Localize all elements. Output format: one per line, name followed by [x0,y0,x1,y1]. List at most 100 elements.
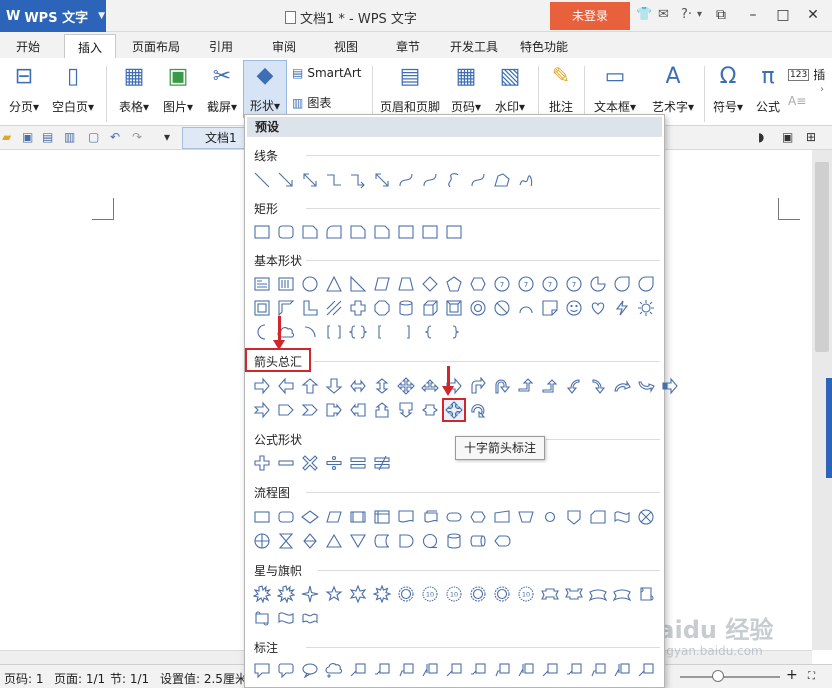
shape-f-card-icon[interactable] [586,505,610,529]
shape-da-icon[interactable] [322,374,346,398]
shape-arc-icon[interactable] [514,296,538,320]
shape-lr-callout-icon[interactable] [418,398,442,422]
tab-references[interactable]: 引用 [209,38,233,55]
shape-diamond-icon[interactable] [418,272,442,296]
shape-snip-icon[interactable] [298,220,322,244]
zoom-slider[interactable] [680,676,780,678]
maximize-button[interactable]: □ [772,4,794,26]
shape-f-prep-icon[interactable] [466,505,490,529]
shape-f-sum-icon[interactable] [634,505,658,529]
shape-rbrace-icon[interactable] [442,320,466,344]
shape-para-icon[interactable] [370,272,394,296]
help-icon[interactable]: ?· [681,7,692,22]
shape-f-stored-icon[interactable] [370,529,394,553]
shape-f-or-icon[interactable] [250,529,274,553]
shapes-button[interactable]: ◆ 形状▾ [243,60,287,118]
wordart-button[interactable]: A 艺术字▾ [646,62,700,115]
shape-curv-u-icon[interactable] [610,374,634,398]
dropcap-button[interactable]: A≡ [788,94,806,108]
shape-eq-minus-icon[interactable] [274,451,298,475]
shape-triangle-icon[interactable] [322,272,346,296]
shape-eq-ne-icon[interactable] [370,451,394,475]
new-tab-icon[interactable]: ⊞ [806,130,820,144]
shape-num-icon[interactable]: 7 [490,272,514,296]
shape-seal-n-icon[interactable]: 10 [442,582,466,606]
shape-f-man-op-icon[interactable] [514,505,538,529]
shape-c-line2-icon[interactable] [370,658,394,682]
shape-eq-plus-icon[interactable] [250,451,274,475]
shape-squiggle-icon[interactable] [442,168,466,192]
shape-pent-icon[interactable] [442,272,466,296]
shape-c-line-icon[interactable] [538,658,562,682]
vertical-scrollbar[interactable] [812,150,832,650]
tab-special[interactable]: 特色功能 [520,38,568,55]
shape-ribbon-curve-icon[interactable] [610,582,634,606]
shape-f-manual-icon[interactable] [490,505,514,529]
shape-num-icon[interactable]: 7 [538,272,562,296]
scroll-thumb[interactable] [815,162,829,352]
shape-c-line-icon[interactable] [346,658,370,682]
shape-heart-icon[interactable] [586,296,610,320]
comment-button[interactable]: ✎ 批注 [544,62,578,115]
print-preview-icon[interactable]: ▢ [88,130,102,144]
shape-eq-div-icon[interactable] [322,451,346,475]
chart-button[interactable]: ▥ 图表 [292,94,331,111]
close-button[interactable]: ✕ [802,4,824,26]
shape-arrow-line-icon[interactable] [274,168,298,192]
shape-c-line2-icon[interactable] [562,658,586,682]
shape-f-alt-icon[interactable] [274,505,298,529]
shape-f-seq-icon[interactable] [418,529,442,553]
shape-sun-icon[interactable] [634,296,658,320]
shape-scribble-icon[interactable] [514,168,538,192]
shape-moon-icon[interactable] [250,320,274,344]
shape-eq-eq-icon[interactable] [346,451,370,475]
feedback-icon[interactable]: ✉ [658,7,669,22]
shape-f-offpage-icon[interactable] [562,505,586,529]
blank-page-button[interactable]: ▯ 空白页▾ [48,62,98,115]
login-button[interactable]: 未登录 [550,2,630,30]
tab-view[interactable]: 视图 [334,38,358,55]
shape-bevel-icon[interactable] [442,296,466,320]
shape-round1-icon[interactable] [322,220,346,244]
formula-button[interactable]: π 公式 [752,62,784,115]
shape-star-icon[interactable] [322,582,346,606]
shape-star8-icon[interactable] [370,582,394,606]
symbol-button[interactable]: Ω 符号▾ [708,62,748,115]
shape-f-direct-icon[interactable] [466,529,490,553]
shape-c-accent-icon[interactable] [514,658,538,682]
shape-ribbon-curve-icon[interactable] [586,582,610,606]
shape-textbox-icon[interactable] [250,272,274,296]
shape-vscroll-icon[interactable] [634,582,658,606]
shape-can-icon[interactable] [394,296,418,320]
shape-pent-arrow-icon[interactable] [274,398,298,422]
print-icon[interactable]: ▥ [64,130,78,144]
shape-f-disk-icon[interactable] [442,529,466,553]
shape-seal-n-icon[interactable]: 10 [514,582,538,606]
shape-c-oval-icon[interactable] [298,658,322,682]
shape-dwave-icon[interactable] [298,606,322,630]
shape-hex-icon[interactable] [466,272,490,296]
shape-circle-icon[interactable] [298,272,322,296]
shape-c-line-icon[interactable] [634,658,658,682]
shape-f-extract-icon[interactable] [322,529,346,553]
shape-d-callout-icon[interactable] [394,398,418,422]
shape-la-icon[interactable] [274,374,298,398]
shape-ribbon-dn-icon[interactable] [562,582,586,606]
shape-f-conn-icon[interactable] [538,505,562,529]
shape-line-icon[interactable] [250,168,274,192]
shape-lbrace-icon[interactable] [418,320,442,344]
smartart-button[interactable]: ▤ SmartArt [292,66,362,80]
shape-c-line3-icon[interactable] [586,658,610,682]
zoom-slider-handle[interactable] [712,670,724,682]
tab-list-icon[interactable]: ▣ [782,130,796,144]
shape-star6-icon[interactable] [346,582,370,606]
shape-f-sort-icon[interactable] [298,529,322,553]
shape-curve-icon[interactable] [394,168,418,192]
shape-lup-icon[interactable] [514,374,538,398]
skin-icon[interactable]: 👕 [636,7,652,22]
shape-curve-icon[interactable] [418,168,442,192]
shape-c-line3-icon[interactable] [490,658,514,682]
shape-octagon-icon[interactable] [370,296,394,320]
shape-hscroll-icon[interactable] [250,606,274,630]
shape-diag-icon[interactable] [322,296,346,320]
